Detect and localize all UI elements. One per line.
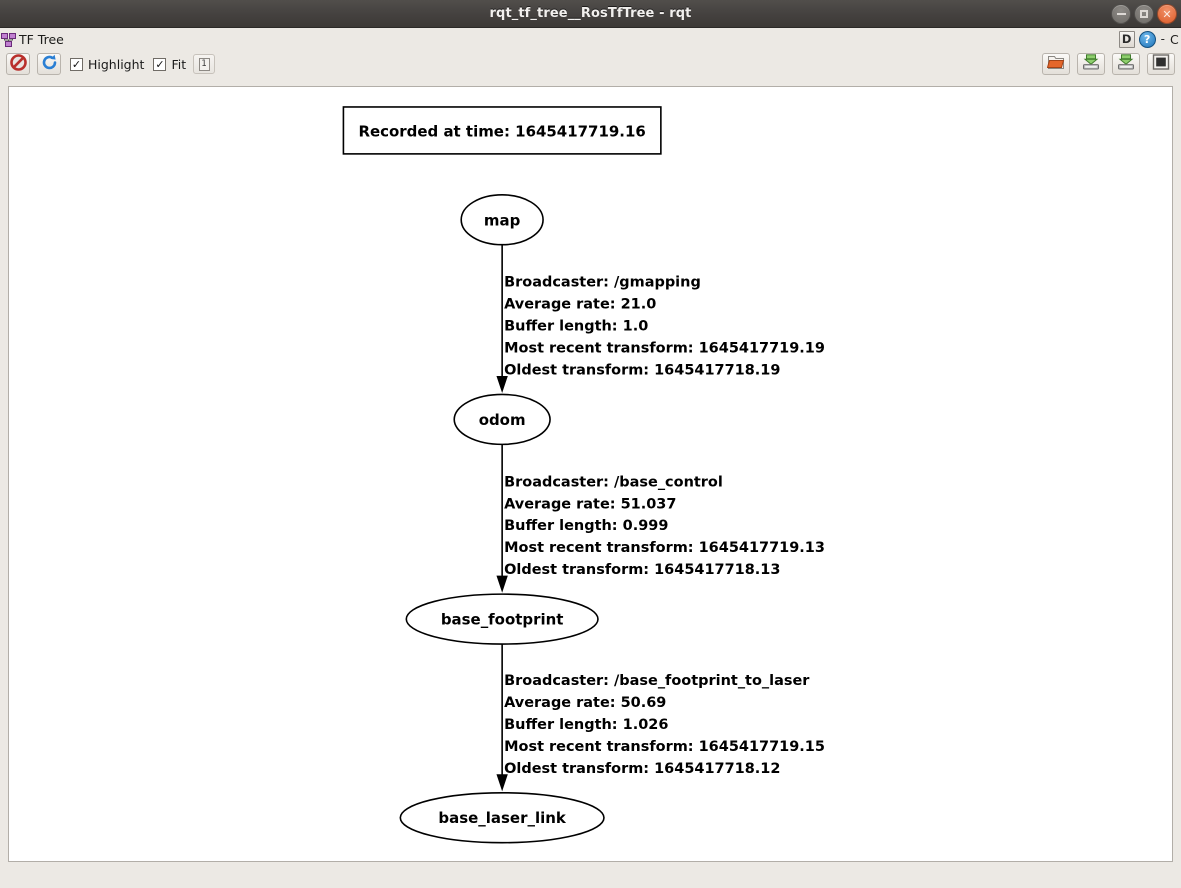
tf-graph[interactable]: Recorded at time: 1645417719.16 map Broa… [9,87,1172,862]
edge-label-line-2: Average rate: 21.0 [504,297,656,313]
header-separator: - [1160,32,1165,46]
minimize-button[interactable] [1111,4,1131,24]
tf-tree-canvas[interactable]: Recorded at time: 1645417719.16 map Broa… [8,86,1173,862]
edge-label-line-4: Most recent transform: 1645417719.13 [504,540,825,556]
tf-tree-icon [1,32,16,47]
save-dot-button[interactable] [1077,53,1105,75]
refresh-button[interactable] [37,53,61,75]
edge-arrowhead [496,774,508,792]
recorded-time-box: Recorded at time: 1645417719.16 [342,106,662,155]
save-dot-icon [1082,54,1100,74]
highlight-checkbox-label: Highlight [88,56,145,72]
graph-node-map[interactable]: map [460,194,544,246]
tree-depth-button[interactable]: 1 [193,54,216,74]
plugin-header: TF Tree D ? - C [0,28,1181,50]
fit-in-view-button[interactable] [1147,53,1175,75]
stop-refresh-button[interactable] [6,53,30,75]
edge-arrowhead [496,375,508,394]
highlight-checkbox-item[interactable]: ✓ Highlight [70,57,144,72]
window-titlebar: rqt_tf_tree__RosTfTree - rqt ✕ [0,0,1181,28]
load-dot-button[interactable] [1042,53,1070,75]
edge-label-line-5: Oldest transform: 1645417718.12 [504,761,780,777]
graph-node-base-laser-link[interactable]: base_laser_link [399,791,605,844]
open-folder-icon [1046,54,1065,74]
close-icon: ✕ [1162,7,1172,21]
fit-view-icon [1152,54,1170,74]
edge-label-line-4: Most recent transform: 1645417719.19 [504,341,825,357]
dock-button[interactable]: D [1118,30,1135,48]
graph-node-base-footprint[interactable]: base_footprint [405,593,599,645]
node-label-base-laser-link: base_laser_link [438,809,566,827]
edge-label-line-3: Buffer length: 1.0 [504,319,648,335]
edge-label-line-2: Average rate: 50.69 [504,695,666,711]
close-button[interactable]: ✕ [1157,4,1177,24]
edge-arrowhead [496,575,508,593]
edge-label-line-1: Broadcaster: /base_footprint_to_laser [504,673,810,689]
maximize-button[interactable] [1134,4,1154,24]
edge-label-line-3: Buffer length: 1.026 [504,717,668,733]
edge-label-line-5: Oldest transform: 1645417718.19 [504,363,780,379]
plugin-tab-tf-tree[interactable]: TF Tree [0,32,64,47]
toolbar-right-group [1042,50,1175,78]
graph-edge-odom-base-footprint: Broadcaster: /base_control Average rate:… [496,444,825,593]
edge-label-line-5: Oldest transform: 1645417718.13 [504,562,780,578]
header-truncated-label: C [1170,31,1179,47]
stop-block-icon [9,53,27,75]
edge-label-line-4: Most recent transform: 1645417719.15 [504,739,825,755]
fit-checkbox-item[interactable]: ✓ Fit [153,57,186,72]
recorded-time-label: Recorded at time: 1645417719.16 [358,122,645,140]
highlight-checkbox[interactable]: ✓ [70,57,83,71]
tree-depth-value: 1 [198,57,210,71]
fit-checkbox[interactable]: ✓ [153,57,167,71]
node-label-map: map [484,211,521,229]
fit-checkbox-label: Fit [171,56,187,72]
node-label-base-footprint: base_footprint [441,611,564,629]
window-bottom-strip [0,862,1181,888]
edge-label-line-1: Broadcaster: /gmapping [504,275,701,291]
tf-tree-toolbar: ✓ Highlight ✓ Fit 1 [0,50,1181,78]
plugin-header-actions: D ? - C [1118,28,1181,50]
minimize-icon [1116,13,1126,15]
graph-edge-map-odom: Broadcaster: /gmapping Average rate: 21.… [496,244,825,394]
edge-label-line-2: Average rate: 51.037 [504,496,676,512]
edge-label-line-1: Broadcaster: /base_control [504,474,723,490]
graph-node-odom[interactable]: odom [453,393,551,446]
graph-edge-base-footprint-base-laser-link: Broadcaster: /base_footprint_to_laser Av… [496,644,825,792]
node-label-odom: odom [479,411,526,429]
plugin-tab-label: TF Tree [19,31,64,47]
edge-label-line-3: Buffer length: 0.999 [504,518,668,534]
help-icon[interactable]: ? [1138,30,1156,48]
window-title: rqt_tf_tree__RosTfTree - rqt [489,6,692,21]
window-controls: ✕ [1111,0,1177,28]
refresh-icon [41,54,58,75]
maximize-icon [1140,10,1148,18]
save-image-icon [1117,54,1135,74]
save-image-button[interactable] [1112,53,1140,75]
